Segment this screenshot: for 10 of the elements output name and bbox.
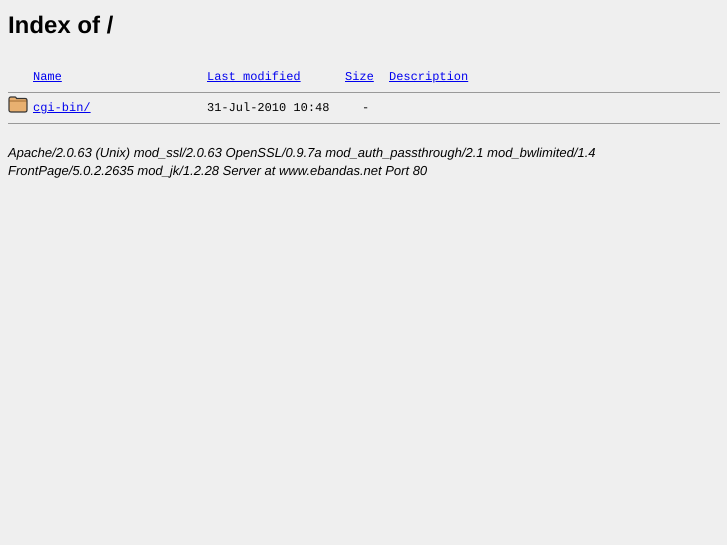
- last-modified-column-link[interactable]: Last modified: [207, 70, 301, 84]
- file-size: -: [361, 101, 370, 115]
- description-column-link[interactable]: Description: [389, 70, 468, 84]
- server-signature: Apache/2.0.63 (Unix) mod_ssl/2.0.63 OpenSSL/0.9.7a mod_auth_passthrough/2.1 mod_bwlimited/1.4 FrontPage/5.0.2.2635 mod_jk/1.2.28 Server at www.ebandas.net Port 80: [8, 144, 597, 180]
- folder-icon: [8, 96, 28, 113]
- name-column-link[interactable]: Name: [33, 70, 62, 84]
- modified-date: 31-Jul-2010 10:48: [207, 101, 330, 115]
- size-column-link[interactable]: Size: [345, 70, 374, 84]
- page-title: Index of /: [8, 12, 114, 40]
- folder-link[interactable]: cgi-bin/: [33, 101, 91, 115]
